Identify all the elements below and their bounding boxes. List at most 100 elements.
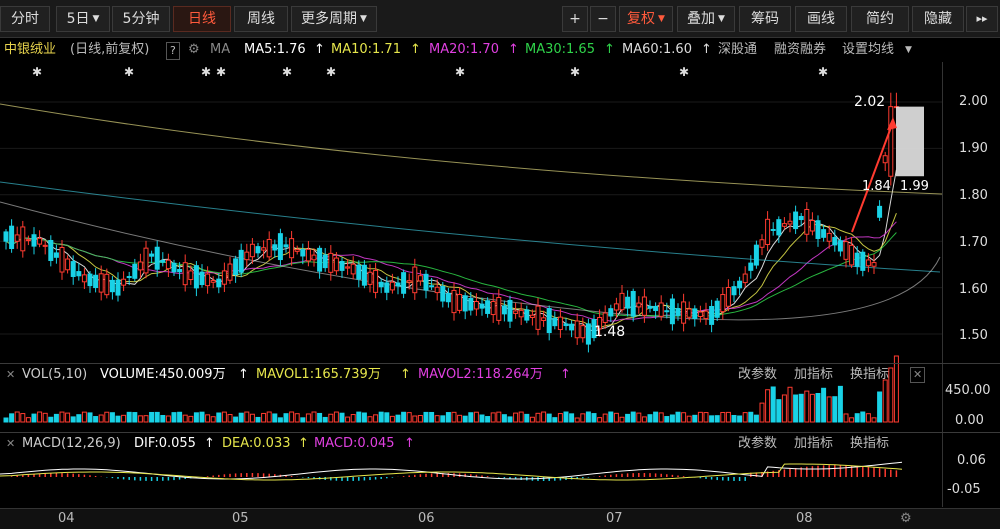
- change-param-link[interactable]: 改参数: [738, 434, 777, 454]
- switch-indicator-link[interactable]: 换指标: [850, 365, 889, 385]
- add-indicator-link[interactable]: 加指标: [794, 434, 833, 454]
- candle-body: [277, 233, 283, 261]
- price-tick: 1.80: [959, 188, 988, 203]
- volume-bar: [317, 412, 323, 423]
- volume-bar: [3, 417, 9, 423]
- period-more-button[interactable]: 更多周期 ▼: [291, 6, 377, 32]
- period-5day-label: 5日: [66, 11, 90, 27]
- volume-bar: [697, 411, 703, 423]
- volume-bar: [143, 415, 149, 423]
- close-icon[interactable]: ✕: [6, 434, 15, 454]
- candle-body: [468, 298, 474, 311]
- gear-icon[interactable]: ⚙: [188, 38, 200, 62]
- volume-bar: [641, 416, 647, 423]
- candle-body: [165, 259, 171, 270]
- volume-bar: [529, 416, 535, 423]
- volume-bar: [877, 391, 883, 423]
- period-daily-button[interactable]: 日线: [173, 6, 231, 32]
- period-5min-button[interactable]: 5分钟: [112, 6, 170, 32]
- expand-icon[interactable]: ▸▸: [966, 6, 998, 32]
- simple-mode-button[interactable]: 简约: [851, 6, 909, 32]
- candle-body: [37, 237, 43, 245]
- change-param-link[interactable]: 改参数: [738, 365, 777, 385]
- add-indicator-link[interactable]: 加指标: [794, 365, 833, 385]
- candle-body: [776, 219, 782, 236]
- candle-body: [709, 305, 715, 325]
- volume-bar: [518, 411, 524, 423]
- macd-value: MACD:0.045: [314, 436, 395, 451]
- close-price-label: 1.99: [900, 179, 929, 194]
- chevron-down-icon[interactable]: ▼: [905, 38, 912, 62]
- volume-bar: [238, 412, 244, 423]
- fuquan-label: 复权: [627, 11, 656, 27]
- candle-body: [647, 305, 653, 309]
- open-price-label: 1.84: [862, 179, 891, 194]
- macd-header: ✕ MACD(12,26,9) DIF:0.055 ↑ DEA:0.033 ↑ …: [0, 434, 940, 454]
- mavol1-value: MAVOL1:165.739万: [256, 367, 381, 382]
- candle-body: [255, 246, 261, 254]
- volume-bar: [793, 394, 799, 423]
- volume-bar: [871, 417, 877, 423]
- candle-body: [669, 298, 675, 325]
- draw-line-button[interactable]: 画线: [795, 6, 847, 32]
- zoom-in-button[interactable]: +: [562, 6, 588, 32]
- volume-bar: [865, 413, 871, 423]
- volume-bar: [356, 411, 362, 423]
- candle-body: [272, 244, 278, 251]
- dif-value: DIF:0.055: [134, 436, 196, 451]
- hide-button[interactable]: 隐藏: [912, 6, 964, 32]
- toolbar: 分时 5日 ▼ 5分钟 日线 周线 更多周期 ▼ + − 复权 ▼ 叠加 ▼ 筹码 画线…: [0, 0, 1000, 38]
- volume-bar: [149, 411, 155, 423]
- margin-trading-link[interactable]: 融资融券: [774, 38, 826, 62]
- candle-body: [619, 292, 625, 311]
- shenzhen-connect-link[interactable]: 深股通: [718, 38, 757, 62]
- candle-body: [93, 274, 99, 289]
- period-weekly-button[interactable]: 周线: [234, 6, 288, 32]
- volume-bar: [300, 417, 306, 423]
- close-icon[interactable]: ✕: [6, 365, 15, 385]
- candle-body: [345, 266, 351, 269]
- volume-bar: [462, 415, 468, 423]
- volume-bar: [132, 412, 138, 423]
- volume-bar: [345, 416, 351, 423]
- volume-bar: [367, 416, 373, 423]
- settings-icon[interactable]: ⚙: [900, 511, 912, 526]
- volume-bar: [821, 387, 827, 423]
- period-5day-button[interactable]: 5日 ▼: [56, 6, 110, 32]
- candle-body: [563, 323, 569, 327]
- volume-bar: [417, 414, 423, 423]
- close-icon[interactable]: ✕: [910, 367, 926, 383]
- fuquan-button[interactable]: 复权 ▼: [619, 6, 673, 32]
- period-intraday-button[interactable]: 分时: [0, 6, 50, 32]
- volume-bar: [76, 414, 82, 423]
- candle-body: [177, 268, 183, 273]
- candle-body: [445, 293, 451, 303]
- volume-bar: [770, 386, 776, 423]
- candle-body: [697, 311, 703, 318]
- candle-body: [759, 239, 765, 248]
- candle-body: [653, 305, 659, 312]
- event-marker: ✱: [818, 65, 828, 79]
- ma60-value: MA60:1.60: [622, 42, 692, 57]
- volume-bar: [854, 413, 860, 423]
- candle-body: [154, 246, 160, 270]
- help-icon[interactable]: ?: [166, 42, 180, 60]
- candle-body: [339, 260, 345, 271]
- volume-bar: [255, 416, 261, 423]
- zoom-out-button[interactable]: −: [590, 6, 616, 32]
- candle-body: [238, 249, 244, 273]
- candle-body: [675, 308, 681, 316]
- candle-body: [249, 243, 255, 258]
- ma-settings-link[interactable]: 设置均线: [842, 38, 894, 62]
- candle-body: [518, 309, 524, 318]
- switch-indicator-link[interactable]: 换指标: [850, 434, 889, 454]
- overlay-button[interactable]: 叠加 ▼: [677, 6, 735, 32]
- volume-bar: [692, 414, 698, 423]
- candle-body: [143, 247, 149, 274]
- volume-bar: [675, 411, 681, 423]
- candle-body: [328, 252, 334, 273]
- volume-bar: [826, 396, 832, 423]
- chips-button[interactable]: 筹码: [739, 6, 791, 32]
- volume-bar: [608, 411, 614, 423]
- candle-body: [462, 295, 468, 312]
